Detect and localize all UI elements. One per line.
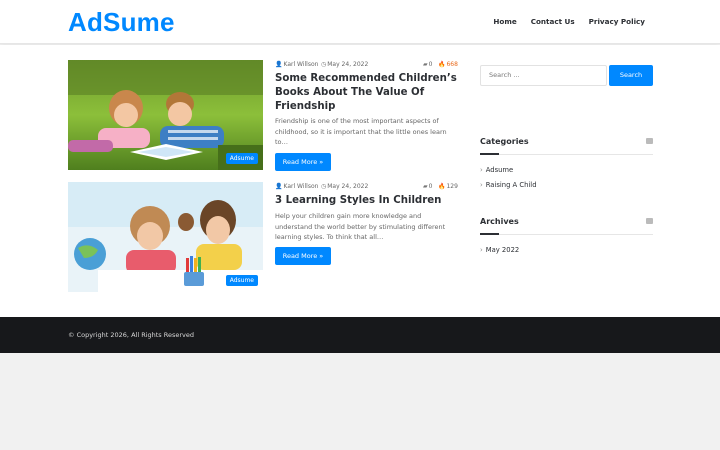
author-name: Karl Willson — [283, 61, 319, 68]
fire-icon: 🔥 — [438, 61, 446, 68]
post-thumbnail[interactable]: Adsume — [68, 60, 263, 170]
post-excerpt: Friendship is one of the most important … — [275, 117, 447, 147]
post-title[interactable]: Some Recommended Children’s Books About … — [275, 72, 460, 114]
view-count: 129 — [446, 183, 458, 190]
post-thumbnail[interactable]: Adsume — [68, 182, 263, 292]
divider-accent — [480, 153, 499, 155]
post-meta: 👤Karl Willson ◷May 24, 2022 ▰0 🔥129 — [275, 182, 460, 192]
archives-title-text: Archives — [480, 217, 519, 226]
widget-divider — [480, 233, 653, 235]
archive-label: May 2022 — [485, 246, 520, 254]
nav-contact-us[interactable]: Contact Us — [531, 17, 575, 26]
main-content: Adsume 👤Karl Willson ◷May 24, 2022 ▰0 🔥6… — [0, 45, 720, 317]
nav-privacy-policy[interactable]: Privacy Policy — [589, 17, 645, 26]
clock-icon: ◷ — [321, 183, 327, 190]
category-link-adsume[interactable]: › Adsume — [480, 166, 513, 174]
post-title[interactable]: 3 Learning Styles In Children — [275, 194, 460, 208]
post-views: 🔥668 — [438, 61, 458, 68]
categories-title-text: Categories — [480, 137, 529, 146]
post-date: ◷May 24, 2022 — [321, 61, 368, 68]
category-label: Raising A Child — [485, 181, 537, 189]
search-button[interactable]: Search — [609, 65, 653, 86]
user-icon: 👤 — [275, 183, 283, 190]
category-badge[interactable]: Adsume — [225, 153, 258, 164]
category-link-raising-a-child[interactable]: › Raising A Child — [480, 181, 537, 189]
date-text: May 24, 2022 — [327, 183, 369, 190]
date-text: May 24, 2022 — [327, 61, 369, 68]
site-header: AdSume Home Contact Us Privacy Policy — [0, 0, 720, 44]
page: AdSume Home Contact Us Privacy Policy Ad… — [0, 0, 720, 450]
nav-home[interactable]: Home — [493, 17, 516, 26]
post-author[interactable]: 👤Karl Willson — [275, 183, 318, 190]
archive-icon — [646, 218, 653, 224]
post-comments[interactable]: ▰0 — [423, 183, 432, 190]
post-card: Adsume 👤Karl Willson ◷May 24, 2022 ▰0 🔥6… — [68, 60, 460, 172]
user-icon: 👤 — [275, 61, 283, 68]
chevron-right-icon: › — [480, 181, 483, 189]
archives-widget-title: Archives — [480, 217, 653, 226]
category-badge[interactable]: Adsume — [225, 275, 258, 286]
search-input[interactable]: Search ... — [480, 65, 607, 86]
post-author[interactable]: 👤Karl Willson — [275, 61, 318, 68]
categories-widget-title: Categories — [480, 137, 653, 146]
copyright-text: © Copyright 2026, All Rights Reserved — [68, 331, 195, 339]
folder-icon — [646, 138, 653, 144]
read-more-button[interactable]: Read More » — [275, 247, 331, 265]
chevron-right-icon: › — [480, 166, 483, 174]
post-comments[interactable]: ▰0 — [423, 61, 432, 68]
divider-accent — [480, 233, 499, 235]
view-count: 668 — [446, 61, 458, 68]
author-name: Karl Willson — [283, 183, 319, 190]
post-views: 🔥129 — [438, 183, 458, 190]
main-nav: Home Contact Us Privacy Policy — [493, 17, 645, 26]
clock-icon: ◷ — [321, 61, 327, 68]
post-card: Adsume 👤Karl Willson ◷May 24, 2022 ▰0 🔥1… — [68, 182, 460, 294]
site-logo[interactable]: AdSume — [68, 7, 175, 38]
category-label: Adsume — [485, 166, 514, 174]
comment-count: 0 — [428, 61, 433, 68]
comment-icon: ▰ — [423, 183, 428, 190]
post-meta: 👤Karl Willson ◷May 24, 2022 ▰0 🔥668 — [275, 60, 460, 70]
read-more-button[interactable]: Read More » — [275, 153, 331, 171]
site-footer: © Copyright 2026, All Rights Reserved — [0, 317, 720, 353]
comment-icon: ▰ — [423, 61, 428, 68]
chevron-right-icon: › — [480, 246, 483, 254]
comment-count: 0 — [428, 183, 433, 190]
widget-divider — [480, 153, 653, 155]
post-excerpt: Help your children gain more knowledge a… — [275, 212, 446, 242]
archive-link-may-2022[interactable]: › May 2022 — [480, 246, 519, 254]
fire-icon: 🔥 — [438, 183, 446, 190]
post-date: ◷May 24, 2022 — [321, 183, 368, 190]
